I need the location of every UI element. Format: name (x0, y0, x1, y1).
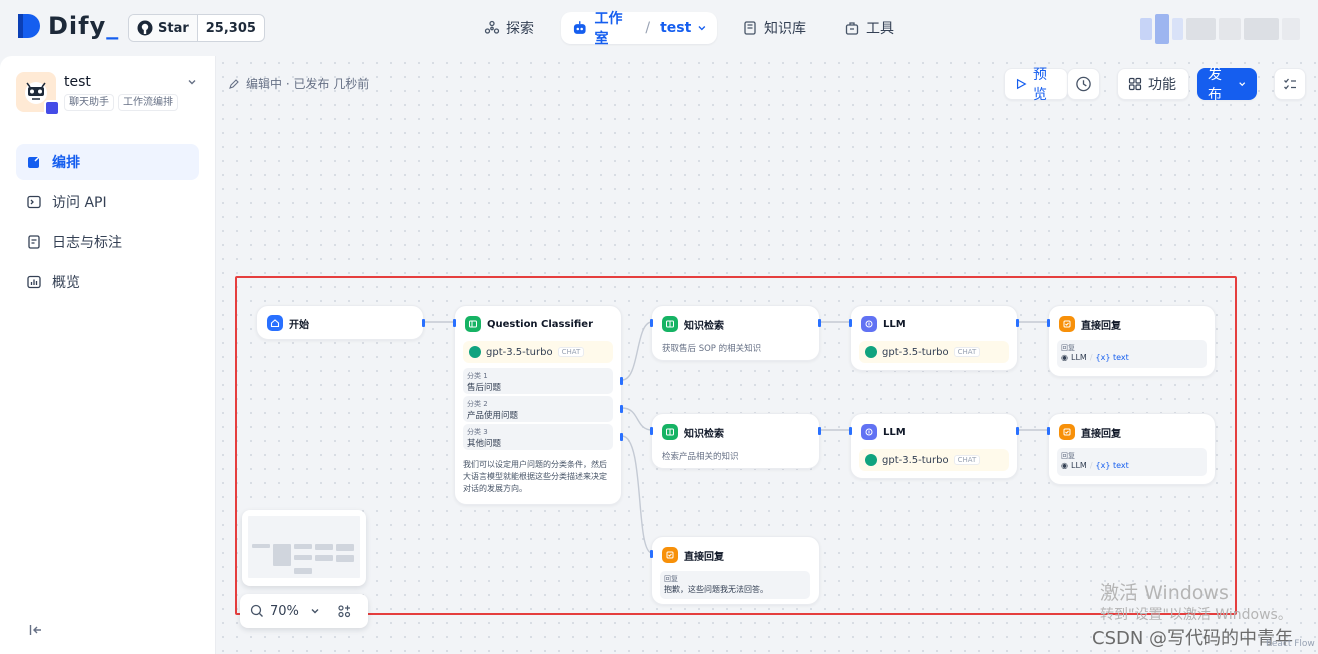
minimap[interactable] (242, 510, 366, 586)
highlight-annotation-box (235, 276, 1237, 615)
csdn-watermark: CSDN @写代码的中青年 (1092, 628, 1294, 649)
chevron-down-icon[interactable] (309, 605, 321, 617)
zoom-level: 70% (270, 603, 299, 619)
windows-activation-title: 激活 Windows (1100, 582, 1229, 604)
zoom-icon (250, 604, 263, 617)
zoom-control[interactable]: 70% (240, 594, 368, 628)
react-flow-attribution[interactable]: React Flow (1266, 639, 1315, 649)
add-node-icon[interactable] (337, 604, 351, 618)
windows-activation-hint: 转到"设置"以激活 Windows。 (1100, 607, 1292, 623)
